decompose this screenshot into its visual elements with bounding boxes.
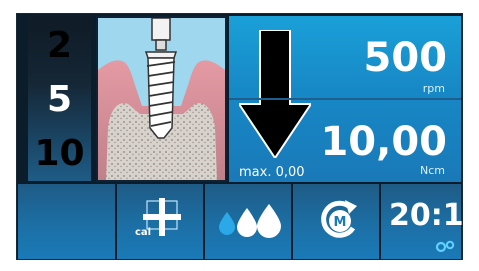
torque-direction-arrow-icon: [239, 30, 311, 158]
gear-ratio-button[interactable]: 20:1: [381, 184, 464, 259]
torque-value: 10,00: [320, 119, 447, 165]
implant-illustration: [96, 16, 227, 182]
speed-unit: rpm: [422, 82, 445, 95]
svg-text:M: M: [334, 215, 347, 230]
program-selector[interactable]: 2 5 10: [28, 16, 91, 181]
motor-direction-button[interactable]: M: [293, 184, 381, 259]
motor-rotation-icon: M: [321, 200, 357, 238]
max-torque-label: max. 0,00: [239, 165, 305, 180]
display-divider: [229, 98, 461, 100]
gear-ratio-value: 20:1: [389, 198, 464, 233]
irrigation-button[interactable]: [205, 184, 293, 259]
torque-unit: Ncm: [420, 164, 445, 177]
calibrate-crosshair-icon: [143, 198, 181, 236]
gear-settings-icon: [435, 240, 455, 253]
program-10[interactable]: 10: [28, 136, 91, 172]
program-5-selected[interactable]: 5: [28, 82, 91, 118]
water-drops-icon: [219, 204, 281, 238]
motor-display: 500 rpm 10,00 Ncm max. 0,00: [229, 16, 461, 182]
speed-value: 500: [363, 35, 448, 81]
calibrate-label: cal: [135, 227, 152, 238]
bottom-button-row: cal M 20:1: [18, 184, 464, 259]
calibrate-button[interactable]: cal: [117, 184, 205, 259]
implant-in-bone-image: [98, 18, 225, 180]
program-2[interactable]: 2: [28, 28, 91, 64]
blank-button[interactable]: [18, 184, 117, 259]
